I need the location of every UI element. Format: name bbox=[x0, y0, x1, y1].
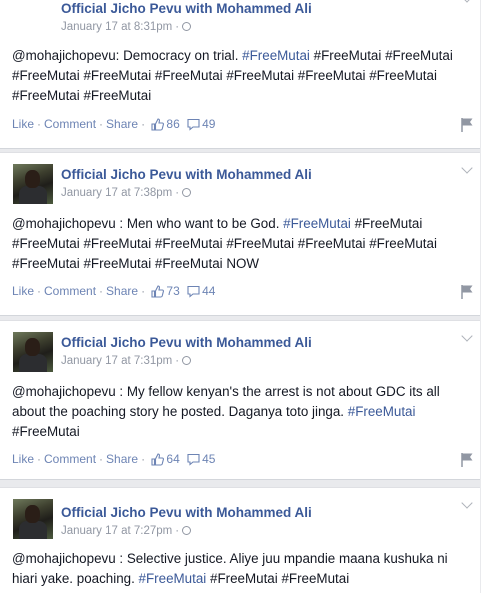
chevron-down-icon[interactable] bbox=[461, 0, 473, 3]
globe-icon bbox=[182, 356, 192, 365]
avatar[interactable] bbox=[13, 164, 53, 204]
hashtag-link[interactable]: #FreeMutai bbox=[283, 216, 351, 231]
post-actions: Like · Comment · Share · 86 49 bbox=[12, 117, 474, 133]
post-actions: Like · Comment · Share · 73 44 bbox=[12, 284, 474, 300]
comment-link[interactable]: Comment bbox=[44, 452, 96, 466]
thumbs-up-icon bbox=[151, 285, 165, 298]
hashtag-link[interactable]: #FreeMutai bbox=[139, 571, 207, 586]
comment-count[interactable]: 45 bbox=[202, 452, 215, 466]
post-date[interactable]: January 17 at 8:31pm bbox=[61, 21, 172, 33]
like-count[interactable]: 86 bbox=[166, 117, 179, 131]
thumbs-up-icon bbox=[151, 118, 165, 131]
avatar[interactable] bbox=[13, 499, 53, 539]
post-meta: January 17 at 8:31pm · bbox=[61, 21, 192, 33]
comment-count[interactable]: 49 bbox=[202, 117, 215, 131]
share-link[interactable]: Share bbox=[106, 452, 138, 466]
like-count[interactable]: 73 bbox=[166, 284, 179, 298]
post-author[interactable]: Official Jicho Pevu with Mohammed Ali bbox=[61, 1, 312, 16]
chevron-down-icon[interactable] bbox=[461, 162, 473, 174]
post-meta: January 17 at 7:31pm · bbox=[61, 355, 192, 367]
globe-icon bbox=[182, 22, 192, 31]
post-text-segment: @mohajichopevu : Men who want to be God. bbox=[12, 216, 284, 231]
globe-icon bbox=[182, 188, 192, 197]
comment-link[interactable]: Comment bbox=[44, 284, 96, 298]
avatar[interactable] bbox=[13, 332, 53, 372]
globe-icon bbox=[182, 526, 192, 535]
post-date[interactable]: January 17 at 7:31pm bbox=[61, 355, 172, 367]
comment-icon bbox=[187, 453, 200, 466]
chevron-down-icon[interactable] bbox=[461, 330, 473, 342]
thumbs-up-icon bbox=[151, 453, 165, 466]
chevron-down-icon[interactable] bbox=[461, 497, 473, 509]
post-author[interactable]: Official Jicho Pevu with Mohammed Ali bbox=[61, 505, 312, 520]
post-text: @mohajichopevu: Democracy on trial. #Fre… bbox=[12, 46, 474, 106]
post-date[interactable]: January 17 at 7:27pm bbox=[61, 525, 172, 537]
hashtag-link[interactable]: #FreeMutai bbox=[348, 404, 416, 419]
post-text: @mohajichopevu : My fellow kenyan's the … bbox=[12, 382, 474, 442]
comment-icon bbox=[187, 118, 200, 131]
share-link[interactable]: Share bbox=[106, 284, 138, 298]
post-date[interactable]: January 17 at 7:38pm bbox=[61, 187, 172, 199]
flag-icon[interactable] bbox=[460, 284, 474, 299]
comment-icon bbox=[187, 285, 200, 298]
post-text: @mohajichopevu : Men who want to be God.… bbox=[12, 214, 474, 274]
post-meta: January 17 at 7:38pm · bbox=[61, 187, 192, 199]
post: Official Jicho Pevu with Mohammed Ali Ja… bbox=[0, 320, 480, 480]
comment-count[interactable]: 44 bbox=[202, 284, 215, 298]
like-link[interactable]: Like bbox=[12, 284, 34, 298]
post-meta: January 17 at 7:27pm · bbox=[61, 525, 192, 537]
post: Official Jicho Pevu with Mohammed Ali Ja… bbox=[0, 487, 480, 593]
like-link[interactable]: Like bbox=[12, 117, 34, 131]
comment-link[interactable]: Comment bbox=[44, 117, 96, 131]
flag-icon[interactable] bbox=[460, 452, 474, 467]
like-count[interactable]: 64 bbox=[166, 452, 179, 466]
post: Official Jicho Pevu with Mohammed Ali Ja… bbox=[0, 152, 480, 316]
post: Official Jicho Pevu with Mohammed Ali Ja… bbox=[0, 0, 480, 149]
like-link[interactable]: Like bbox=[12, 452, 34, 466]
post-text: @mohajichopevu : Selective justice. Aliy… bbox=[12, 549, 474, 589]
flag-icon[interactable] bbox=[460, 117, 474, 132]
post-author[interactable]: Official Jicho Pevu with Mohammed Ali bbox=[61, 335, 312, 350]
news-feed: Official Jicho Pevu with Mohammed Ali Ja… bbox=[0, 0, 481, 593]
post-actions: Like · Comment · Share · 64 45 bbox=[12, 452, 474, 468]
post-text-segment: #FreeMutai bbox=[12, 424, 80, 439]
post-author[interactable]: Official Jicho Pevu with Mohammed Ali bbox=[61, 167, 312, 182]
share-link[interactable]: Share bbox=[106, 117, 138, 131]
post-text-segment: #FreeMutai #FreeMutai bbox=[206, 571, 350, 586]
hashtag-link[interactable]: #FreeMutai bbox=[242, 48, 310, 63]
post-text-segment: @mohajichopevu: Democracy on trial. bbox=[12, 48, 243, 63]
